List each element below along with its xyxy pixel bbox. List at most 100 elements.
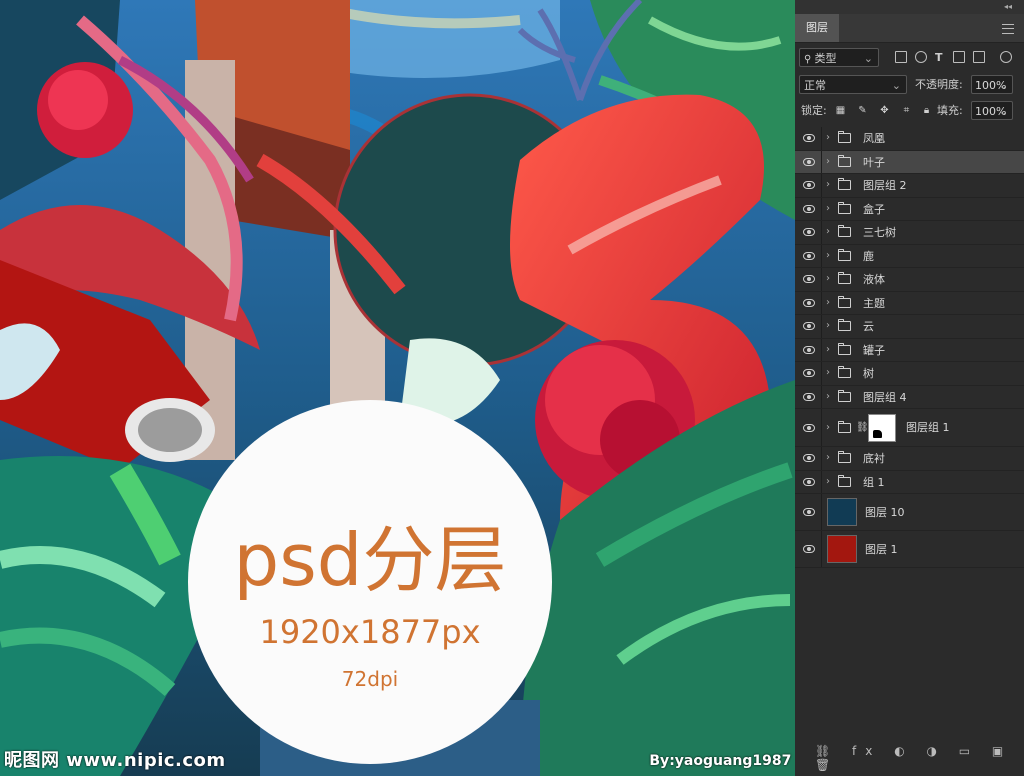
panel-menu-icon[interactable] xyxy=(1002,24,1014,34)
layer-row[interactable]: 图层 10 xyxy=(795,494,1024,531)
filter-select[interactable]: ⚲ 类型 ⌄ xyxy=(799,48,879,67)
chevron-right-icon[interactable]: › xyxy=(826,421,830,435)
eye-icon[interactable] xyxy=(803,477,815,486)
chevron-right-icon[interactable]: › xyxy=(826,249,830,263)
eye-icon[interactable] xyxy=(803,545,815,553)
panel-tab-row: 图层 xyxy=(795,14,1024,43)
divider xyxy=(821,315,822,338)
layer-row[interactable]: › 叶子 xyxy=(795,150,1024,174)
divider xyxy=(821,409,822,446)
layer-row[interactable]: › 云 xyxy=(795,315,1024,339)
blend-mode-value: 正常 xyxy=(804,79,826,92)
chevron-right-icon[interactable]: › xyxy=(826,155,830,169)
lock-pixels-icon[interactable]: ▦ xyxy=(835,105,846,116)
opacity-input[interactable]: 100% ⌄ xyxy=(971,75,1013,94)
eye-icon[interactable] xyxy=(803,228,815,237)
folder-icon xyxy=(838,131,851,144)
layer-row[interactable]: › 图层组 4 xyxy=(795,385,1024,409)
divider xyxy=(821,494,822,530)
layer-name: 图层组 2 xyxy=(863,179,907,192)
eye-icon[interactable] xyxy=(803,157,815,166)
fill-input[interactable]: 100% ⌄ xyxy=(971,101,1013,120)
eye-icon[interactable] xyxy=(803,369,815,378)
layer-row[interactable]: › 三七树 xyxy=(795,221,1024,245)
adjustment-filter-icon[interactable] xyxy=(915,51,927,63)
eye-icon[interactable] xyxy=(803,454,815,463)
layer-name: 图层组 4 xyxy=(863,390,907,404)
eye-icon[interactable] xyxy=(803,134,815,143)
lock-all-icon[interactable]: 🔒︎ xyxy=(921,105,932,116)
panel-footer-icons[interactable]: ⛓ fx ◐ ◑ ▭ ▣ 🗑︎ xyxy=(815,744,1024,772)
watermark-site: 昵图网 www.nipic.com xyxy=(4,750,226,771)
smart-object-filter-icon[interactable] xyxy=(973,51,985,63)
lock-brush-icon[interactable]: ✎ xyxy=(857,105,868,116)
chevron-right-icon[interactable]: › xyxy=(826,178,830,192)
blend-mode-select[interactable]: 正常 ⌄ xyxy=(799,75,907,94)
search-icon: ⚲ xyxy=(804,54,815,65)
chevron-right-icon[interactable]: › xyxy=(826,451,830,465)
eye-icon[interactable] xyxy=(803,181,815,190)
layer-thumbnail[interactable] xyxy=(827,498,857,526)
layer-name: 凤凰 xyxy=(863,132,885,145)
layer-mask-thumbnail[interactable] xyxy=(868,413,896,442)
layer-row[interactable]: 图层 1 xyxy=(795,531,1024,568)
folder-icon xyxy=(838,178,851,191)
layer-row[interactable]: › 主题 xyxy=(795,291,1024,315)
chevron-right-icon[interactable]: › xyxy=(826,225,830,239)
folder-icon xyxy=(838,342,851,355)
layer-name: 云 xyxy=(863,320,874,333)
lock-artboard-icon[interactable]: ⌗ xyxy=(901,105,912,116)
chevron-right-icon[interactable]: › xyxy=(826,319,830,333)
layer-row[interactable]: › 底衬 xyxy=(795,447,1024,471)
eye-icon[interactable] xyxy=(803,392,815,401)
divider xyxy=(821,150,822,173)
chevron-right-icon[interactable]: › xyxy=(826,390,830,404)
shape-filter-icon[interactable] xyxy=(953,51,965,63)
chevron-right-icon[interactable]: › xyxy=(826,131,830,145)
eye-icon[interactable] xyxy=(803,508,815,516)
folder-icon xyxy=(838,272,851,285)
eye-icon[interactable] xyxy=(803,275,815,284)
layer-row[interactable]: › 凤凰 xyxy=(795,127,1024,151)
layer-row[interactable]: › 树 xyxy=(795,362,1024,386)
folder-icon xyxy=(838,366,851,379)
layer-row[interactable]: › 液体 xyxy=(795,268,1024,292)
folder-icon xyxy=(838,225,851,238)
eye-icon[interactable] xyxy=(803,322,815,331)
eye-icon[interactable] xyxy=(803,251,815,260)
folder-icon xyxy=(838,295,851,308)
layer-row[interactable]: › ⛓ 图层组 1 xyxy=(795,409,1024,447)
filter-row: ⚲ 类型 ⌄ T xyxy=(795,45,1024,71)
link-icon[interactable]: ⛓ xyxy=(856,421,869,435)
eye-icon[interactable] xyxy=(803,298,815,307)
folder-icon xyxy=(838,474,851,487)
divider xyxy=(821,174,822,197)
type-filter-icon[interactable]: T xyxy=(935,45,943,71)
layer-name: 图层组 1 xyxy=(906,421,950,434)
chevron-right-icon[interactable]: › xyxy=(826,202,830,216)
lock-position-icon[interactable]: ✥ xyxy=(879,105,890,116)
double-chevron-icon[interactable]: ◂◂ xyxy=(1004,2,1012,11)
folder-icon xyxy=(838,154,851,167)
chevron-right-icon[interactable]: › xyxy=(826,366,830,380)
filter-toggle-icon[interactable] xyxy=(1000,51,1012,63)
layer-name: 图层 10 xyxy=(865,506,905,519)
layer-thumbnail[interactable] xyxy=(827,535,857,563)
layer-row[interactable]: › 组 1 xyxy=(795,470,1024,494)
layer-row[interactable]: › 图层组 2 xyxy=(795,174,1024,198)
chevron-right-icon[interactable]: › xyxy=(826,343,830,357)
chevron-right-icon[interactable]: › xyxy=(826,475,830,489)
divider xyxy=(821,447,822,470)
tab-layers[interactable]: 图层 xyxy=(795,14,839,42)
chevron-right-icon[interactable]: › xyxy=(826,272,830,286)
filter-value: 类型 xyxy=(814,52,837,65)
image-filter-icon[interactable] xyxy=(895,51,907,63)
eye-icon[interactable] xyxy=(803,423,815,432)
folder-icon xyxy=(838,451,851,464)
chevron-right-icon[interactable]: › xyxy=(826,296,830,310)
layer-row[interactable]: › 盒子 xyxy=(795,197,1024,221)
eye-icon[interactable] xyxy=(803,204,815,213)
layer-row[interactable]: › 罐子 xyxy=(795,338,1024,362)
eye-icon[interactable] xyxy=(803,345,815,354)
layer-row[interactable]: › 鹿 xyxy=(795,244,1024,268)
